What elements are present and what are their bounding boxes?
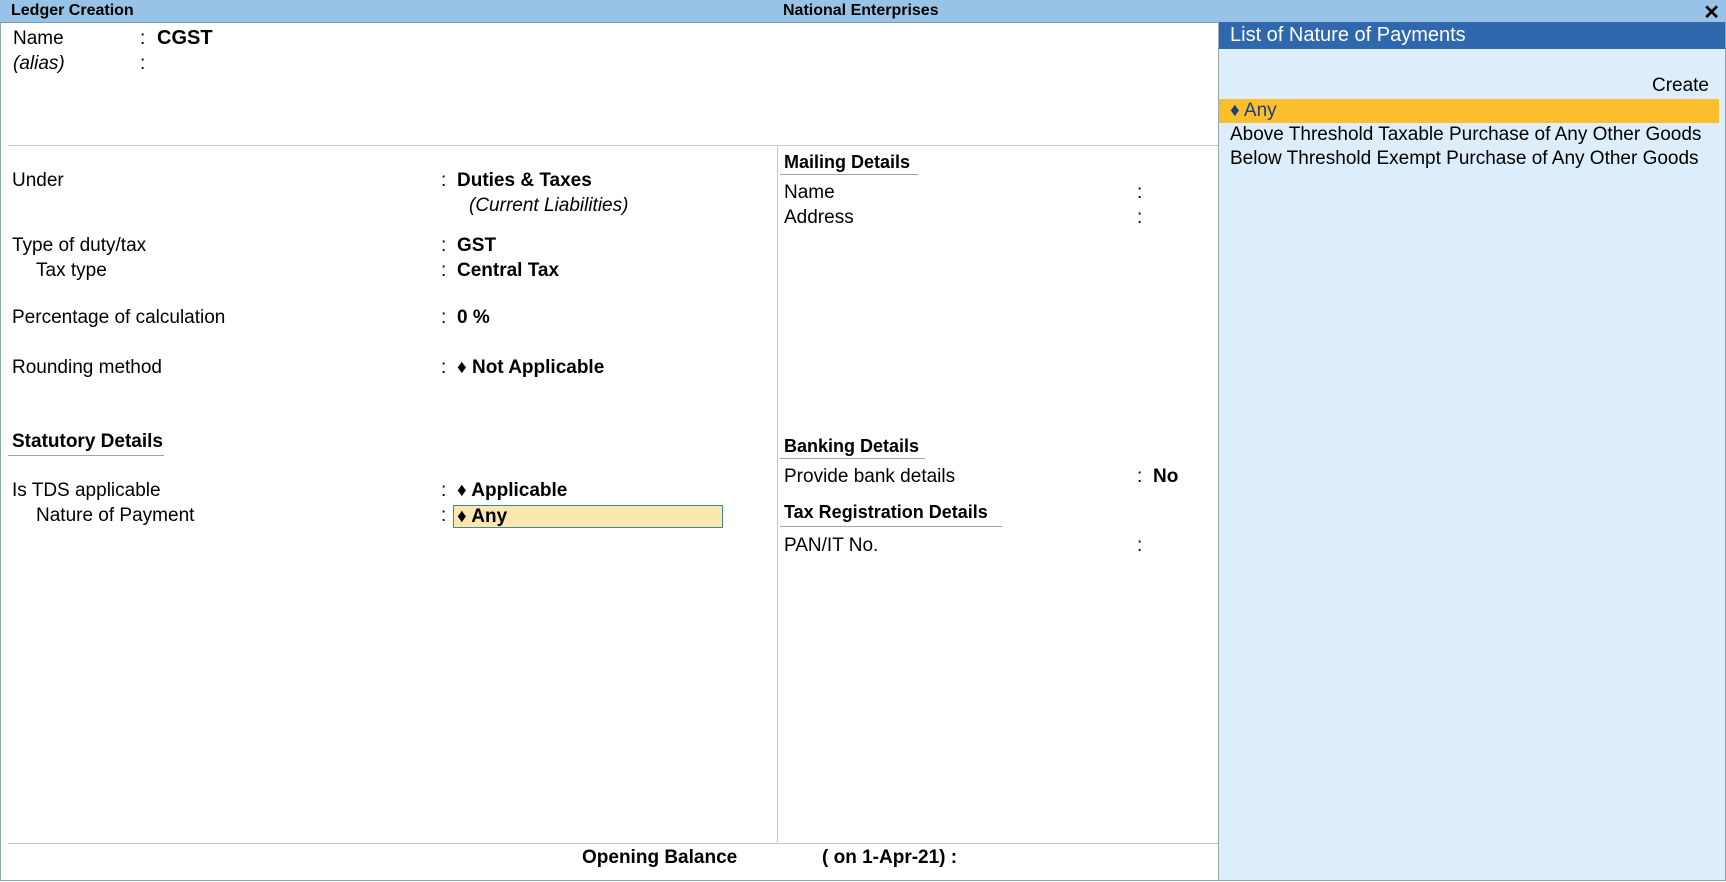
- percentage-label: Percentage of calculation: [12, 307, 226, 328]
- nature-of-payment-colon: :: [441, 505, 447, 526]
- tax-type-value[interactable]: Central Tax: [457, 260, 559, 282]
- panel-title-bar: List of Nature of Payments: [1219, 22, 1725, 49]
- tds-label: Is TDS applicable: [12, 480, 161, 501]
- opening-balance-date: ( on 1-Apr-21) :: [822, 847, 958, 868]
- percentage-colon: :: [441, 307, 447, 328]
- list-item-label: ♦ Any: [1230, 100, 1277, 121]
- statutory-heading: Statutory Details: [12, 431, 163, 452]
- nature-of-payment-field[interactable]: ♦ Any: [453, 505, 723, 528]
- tax-type-colon: :: [441, 260, 447, 281]
- statutory-heading-underline: [8, 455, 164, 456]
- list-item[interactable]: ♦ Any: [1219, 99, 1719, 123]
- bank-details-colon: :: [1137, 466, 1143, 487]
- header-divider: [8, 145, 1218, 146]
- company-name: National Enterprises: [783, 2, 939, 19]
- panel-title: List of Nature of Payments: [1230, 24, 1466, 46]
- list-item-label: Below Threshold Exempt Purchase of Any O…: [1230, 148, 1699, 169]
- bank-details-label: Provide bank details: [784, 466, 956, 487]
- under-value[interactable]: Duties & Taxes: [457, 170, 592, 192]
- percentage-value[interactable]: 0 %: [457, 307, 490, 329]
- tax-registration-heading-underline: [780, 526, 1002, 527]
- under-label: Under: [12, 170, 64, 191]
- name-label: Name: [13, 28, 64, 49]
- title-bar: Ledger Creation National Enterprises ✕: [0, 0, 1726, 24]
- list-item[interactable]: Above Threshold Taxable Purchase of Any …: [1219, 123, 1719, 147]
- alias-colon: :: [140, 53, 146, 74]
- column-divider: [777, 146, 778, 842]
- nature-of-payment-value: ♦ Any: [457, 506, 508, 527]
- pan-colon: :: [1137, 535, 1143, 556]
- rounding-label: Rounding method: [12, 357, 162, 378]
- duty-type-label: Type of duty/tax: [12, 235, 147, 256]
- tax-type-label: Tax type: [36, 260, 107, 281]
- duty-type-value[interactable]: GST: [457, 235, 496, 257]
- footer-divider: [8, 843, 1218, 844]
- create-button[interactable]: Create: [1652, 75, 1709, 97]
- alias-label: (alias): [13, 53, 65, 74]
- list-item-label: Above Threshold Taxable Purchase of Any …: [1230, 124, 1702, 145]
- under-group-note: (Current Liabilities): [469, 195, 629, 216]
- name-input[interactable]: CGST: [157, 27, 213, 50]
- nature-of-payments-panel: List of Nature of Payments Create ♦ Any …: [1218, 22, 1725, 880]
- rounding-value[interactable]: ♦ Not Applicable: [457, 357, 604, 379]
- name-colon: :: [140, 28, 146, 49]
- tax-registration-heading: Tax Registration Details: [784, 502, 988, 522]
- nature-of-payment-label: Nature of Payment: [36, 505, 195, 526]
- banking-heading: Banking Details: [784, 436, 920, 456]
- screen-title: Ledger Creation: [11, 2, 134, 19]
- tds-colon: :: [441, 480, 447, 501]
- mailing-heading-underline: [780, 174, 918, 175]
- tds-value[interactable]: ♦ Applicable: [457, 480, 567, 502]
- bank-details-value[interactable]: No: [1153, 466, 1178, 488]
- mailing-name-label: Name: [784, 182, 835, 203]
- list-item[interactable]: Below Threshold Exempt Purchase of Any O…: [1219, 147, 1719, 171]
- pan-label: PAN/IT No.: [784, 535, 879, 556]
- opening-balance-label: Opening Balance: [582, 847, 738, 868]
- rounding-colon: :: [441, 357, 447, 378]
- mailing-name-colon: :: [1137, 182, 1143, 203]
- duty-type-colon: :: [441, 235, 447, 256]
- banking-heading-underline: [780, 458, 925, 459]
- mailing-heading: Mailing Details: [784, 152, 911, 172]
- mailing-address-label: Address: [784, 207, 854, 228]
- under-colon: :: [441, 170, 447, 191]
- mailing-address-colon: :: [1137, 207, 1143, 228]
